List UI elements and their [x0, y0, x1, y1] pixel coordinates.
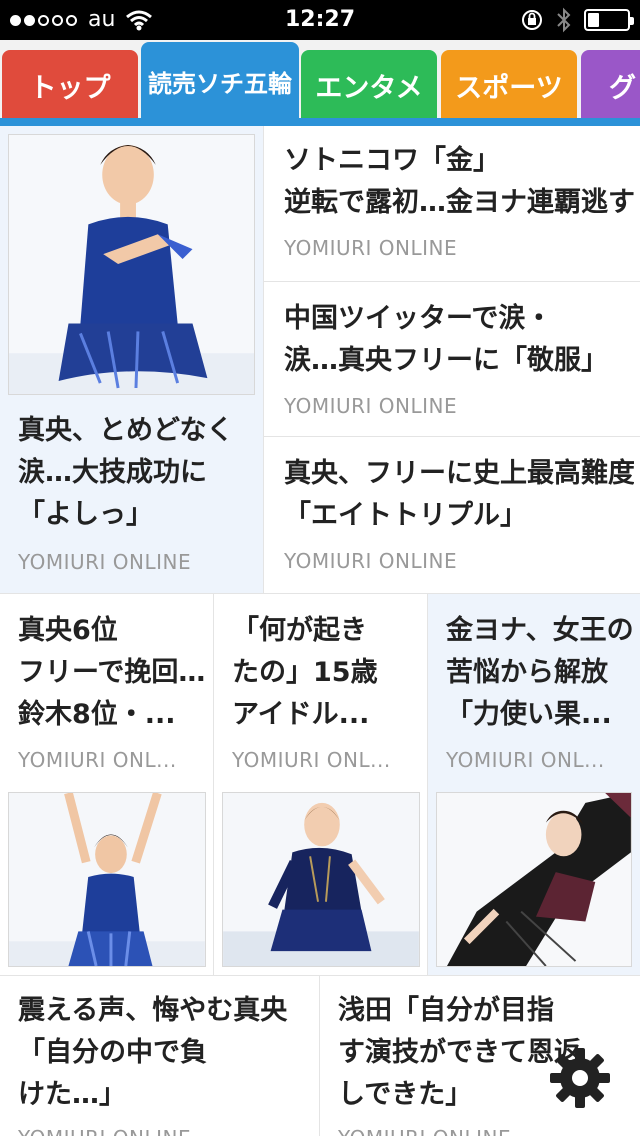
- tab-underline: [0, 118, 640, 126]
- tab-yomiuri-sochi[interactable]: 読売ソチ五輪: [141, 42, 299, 120]
- title-line: 鈴木8位・...: [18, 699, 176, 730]
- gear-icon[interactable]: [548, 1046, 612, 1110]
- article-title: 金ヨナ、女王の 苦悩から解放 「力使い果...: [446, 610, 636, 736]
- article-card[interactable]: 金ヨナ、女王の 苦悩から解放 「力使い果... YOMIURI ONL...: [428, 594, 640, 975]
- status-bar: au 12:27: [0, 0, 640, 40]
- title-line: 涙…真央フリーに「敬服」: [284, 345, 608, 376]
- article-thumbnail: [8, 134, 255, 395]
- title-line: 「自分の中で負: [18, 1037, 207, 1068]
- title-line: 真央6位: [18, 615, 118, 646]
- title-line: 「よしっ」: [18, 499, 153, 530]
- battery-icon: [584, 9, 634, 31]
- article-title: ソトニコワ「金」 逆転で露初…金ヨナ連覇逃す: [284, 140, 634, 224]
- article-source: YOMIURI ONL...: [232, 748, 391, 772]
- article-card[interactable]: 真央6位 フリーで挽回… 鈴木8位・... YOMIURI ONL...: [0, 594, 213, 975]
- tab-entame[interactable]: エンタメ: [301, 50, 437, 120]
- article-title: 中国ツイッターで涙・ 涙…真央フリーに「敬服」: [284, 298, 634, 382]
- title-line: 浅田「自分が目指: [338, 995, 554, 1026]
- article-card[interactable]: 震える声、悔やむ真央 「自分の中で負 けた…」 YOMIURI ONLINE: [0, 976, 319, 1136]
- tab-sports[interactable]: スポーツ: [441, 50, 577, 120]
- title-line: アイドル...: [232, 699, 370, 730]
- article-card[interactable]: 真央、フリーに史上最高難度 「エイトトリプル」 YOMIURI ONLINE: [264, 437, 640, 593]
- article-source: YOMIURI ONL...: [446, 748, 605, 772]
- title-line: 金ヨナ、女王の: [446, 615, 634, 646]
- title-line: 「エイトトリプル」: [284, 500, 527, 531]
- title-line: 「何が起き: [232, 615, 367, 646]
- article-card[interactable]: 「何が起き たの」15歳 アイドル... YOMIURI ONL...: [214, 594, 427, 975]
- title-line: フリーで挽回…: [18, 657, 206, 688]
- title-line: けた…」: [18, 1079, 126, 1110]
- article-title: 震える声、悔やむ真央 「自分の中で負 けた…」: [18, 990, 314, 1116]
- rotation-lock-icon: [522, 10, 542, 30]
- article-source: YOMIURI ONLINE: [18, 1126, 314, 1136]
- article-card-featured[interactable]: 真央、とめどなく 涙…大技成功に 「よしっ」 YOMIURI ONLINE: [0, 126, 263, 593]
- title-line: 震える声、悔やむ真央: [18, 995, 288, 1026]
- article-source: YOMIURI ONLINE: [338, 1126, 634, 1136]
- article-title: 真央、とめどなく 涙…大技成功に 「よしっ」: [18, 410, 258, 536]
- title-line: 逆転で露初…金ヨナ連覇逃す: [284, 187, 634, 218]
- title-line: たの」15歳: [232, 657, 378, 688]
- title-line: 中国ツイッターで涙・: [284, 303, 553, 334]
- article-title: 真央、フリーに史上最高難度 「エイトトリプル」: [284, 453, 634, 537]
- tab-more[interactable]: グ: [581, 50, 640, 120]
- title-line: 涙…大技成功に: [18, 457, 207, 488]
- article-source: YOMIURI ONLINE: [284, 236, 458, 260]
- category-tabs: トップ 読売ソチ五輪 エンタメ スポーツ グ: [0, 40, 640, 126]
- battery-level: [588, 13, 599, 27]
- article-thumbnail: [436, 792, 632, 967]
- title-line: 真央、とめどなく: [18, 415, 234, 446]
- article-card[interactable]: ソトニコワ「金」 逆転で露初…金ヨナ連覇逃す YOMIURI ONLINE: [264, 126, 640, 281]
- tab-top[interactable]: トップ: [2, 50, 138, 120]
- article-thumbnail: [8, 792, 206, 967]
- article-title: 真央6位 フリーで挽回… 鈴木8位・...: [18, 610, 208, 736]
- title-line: ソトニコワ「金」: [284, 145, 500, 176]
- article-source: YOMIURI ONL...: [18, 748, 177, 772]
- status-right: [508, 7, 634, 33]
- article-thumbnail: [222, 792, 420, 967]
- bluetooth-icon: [557, 7, 571, 33]
- article-title: 「何が起き たの」15歳 アイドル...: [232, 610, 422, 736]
- title-line: 苦悩から解放: [446, 657, 608, 688]
- title-line: 「力使い果...: [446, 699, 612, 730]
- article-card[interactable]: 中国ツイッターで涙・ 涙…真央フリーに「敬服」 YOMIURI ONLINE: [264, 282, 640, 436]
- article-source: YOMIURI ONLINE: [284, 549, 458, 573]
- title-line: 真央、フリーに史上最高難度: [284, 458, 634, 489]
- article-source: YOMIURI ONLINE: [284, 394, 458, 418]
- article-source: YOMIURI ONLINE: [18, 550, 192, 574]
